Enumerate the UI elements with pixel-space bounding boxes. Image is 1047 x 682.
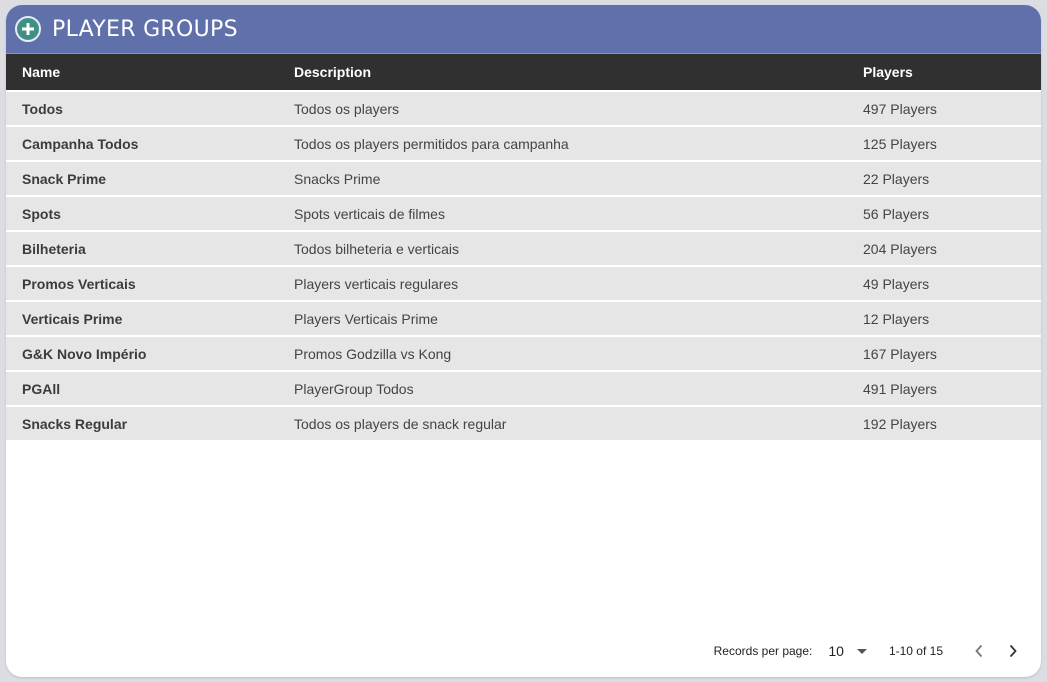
group-name: Verticais Prime: [22, 310, 123, 327]
records-per-page-label: Records per page:: [713, 644, 813, 658]
group-name: PGAll: [22, 380, 61, 397]
chevron-left-icon: [975, 644, 983, 658]
group-description: Todos os players permitidos para campanh…: [294, 135, 569, 152]
table-row[interactable]: Campanha Todos Todos os players permitid…: [6, 126, 1041, 161]
table-row[interactable]: Promos Verticais Players verticais regul…: [6, 266, 1041, 301]
group-name: Promos Verticais: [22, 275, 136, 292]
group-description: Players Verticais Prime: [294, 310, 438, 327]
next-page-button[interactable]: [1003, 641, 1023, 661]
add-player-group-button[interactable]: [15, 16, 41, 42]
table-row[interactable]: G&K Novo Império Promos Godzilla vs Kong…: [6, 336, 1041, 371]
card-header: PLAYER GROUPS: [6, 5, 1041, 54]
table-row[interactable]: Snack Prime Snacks Prime 22 Players: [6, 161, 1041, 196]
group-player-count: 22 Players: [863, 170, 930, 187]
caret-down-icon: [856, 648, 867, 654]
chevron-right-icon: [1009, 644, 1017, 658]
pagination-range: 1-10 of 15: [888, 644, 943, 658]
group-player-count: 56 Players: [863, 205, 930, 222]
group-name: Snack Prime: [22, 170, 107, 187]
table-header-row: Name Description Players: [6, 54, 1041, 92]
table-row[interactable]: Snacks Regular Todos os players de snack…: [6, 406, 1041, 441]
table-row[interactable]: Spots Spots verticais de filmes 56 Playe…: [6, 196, 1041, 231]
group-name: Campanha Todos: [22, 135, 139, 152]
column-header-description[interactable]: Description: [278, 54, 847, 92]
group-player-count: 167 Players: [863, 345, 937, 362]
column-header-players[interactable]: Players: [847, 54, 1041, 92]
group-player-count: 49 Players: [863, 275, 930, 292]
group-description: Snacks Prime: [294, 170, 381, 187]
column-header-name[interactable]: Name: [6, 54, 278, 92]
table-row[interactable]: Verticais Prime Players Verticais Prime …: [6, 301, 1041, 336]
group-description: PlayerGroup Todos: [294, 380, 414, 397]
group-name: Spots: [22, 205, 61, 222]
table-row[interactable]: Todos Todos os players 497 Players: [6, 91, 1041, 126]
records-per-page-value: 10: [828, 643, 844, 659]
table-row[interactable]: PGAll PlayerGroup Todos 491 Players: [6, 371, 1041, 406]
page-title: PLAYER GROUPS: [52, 16, 238, 42]
group-player-count: 497 Players: [863, 100, 937, 117]
records-per-page-select[interactable]: 10: [828, 643, 867, 659]
table-row[interactable]: Bilheteria Todos bilheteria e verticais …: [6, 231, 1041, 266]
player-groups-table: Name Description Players Todos Todos os …: [6, 54, 1041, 442]
group-player-count: 204 Players: [863, 240, 937, 257]
group-name: Bilheteria: [22, 240, 86, 257]
group-description: Todos bilheteria e verticais: [294, 240, 459, 257]
previous-page-button[interactable]: [969, 641, 989, 661]
group-description: Promos Godzilla vs Kong: [294, 345, 452, 362]
plus-icon: [22, 23, 34, 35]
group-description: Players verticais regulares: [294, 275, 459, 292]
group-description: Spots verticais de filmes: [294, 205, 445, 222]
pagination-bar: Records per page: 10 1-10 of 15: [6, 625, 1041, 677]
group-name: Snacks Regular: [22, 415, 128, 432]
group-description: Todos os players de snack regular: [294, 415, 507, 432]
group-player-count: 12 Players: [863, 310, 930, 327]
group-name: Todos: [22, 100, 63, 117]
group-name: G&K Novo Império: [22, 345, 147, 362]
group-player-count: 192 Players: [863, 415, 937, 432]
group-player-count: 491 Players: [863, 380, 937, 397]
group-description: Todos os players: [294, 100, 400, 117]
group-player-count: 125 Players: [863, 135, 937, 152]
player-groups-card: PLAYER GROUPS Name Description Players T…: [6, 5, 1041, 677]
